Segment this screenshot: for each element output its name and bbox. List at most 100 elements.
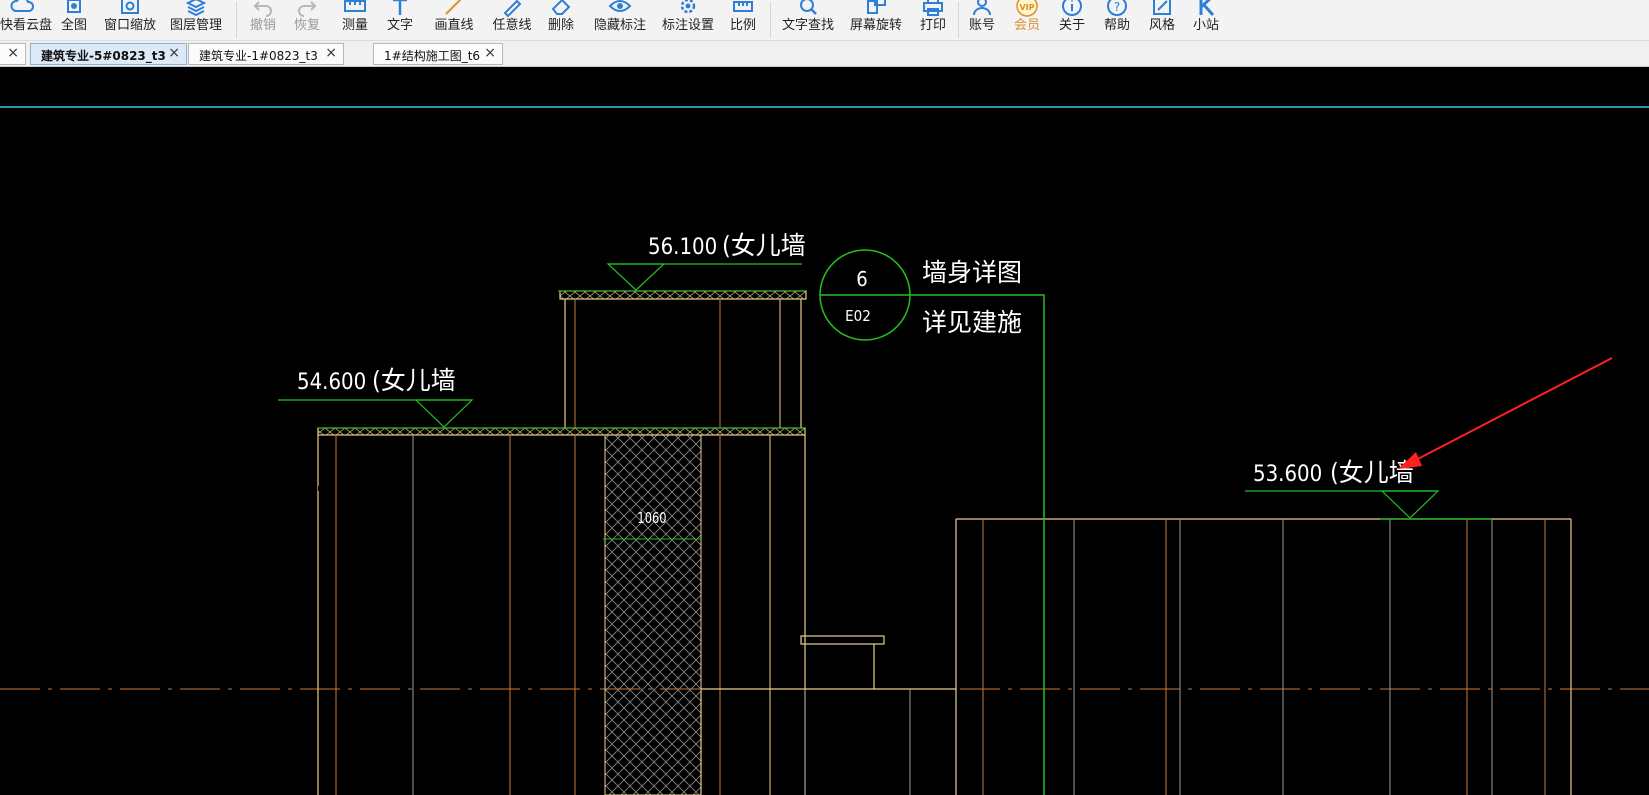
draw-line-label: 画直线 — [434, 18, 474, 33]
search-text-icon — [795, 0, 821, 19]
detail-number: 6 — [856, 267, 867, 291]
elevation-note-top: (女儿墙 — [722, 231, 806, 260]
elevation-marker-top: 56.100 (女儿墙 — [558, 231, 806, 292]
info-icon — [1059, 0, 1085, 19]
tab-architecture-5[interactable]: 建筑专业-5#0823_t3 × — [30, 43, 187, 65]
cloud-icon — [10, 0, 36, 19]
tab-previous-document[interactable]: × — [0, 43, 26, 65]
layer-manager-button[interactable]: 图层管理 — [168, 0, 224, 40]
elevation-marker-right: 53.600 (女儿墙 — [1245, 458, 1492, 520]
ruler-icon — [342, 0, 368, 19]
document-tab-bar: × 建筑专业-5#0823_t3 × 建筑专业-1#0823_t3 × 1#结构… — [0, 41, 1649, 67]
canopy-element — [700, 635, 956, 795]
vip-member-label: 会员 — [1013, 18, 1040, 33]
station-icon — [1193, 0, 1219, 19]
close-icon[interactable]: × — [325, 45, 337, 61]
annotation-settings-label: 标注设置 — [661, 18, 714, 33]
dimension-label: 1060 — [637, 510, 666, 527]
detail-note-1: 墙身详图 — [922, 258, 1022, 287]
station-label: 小站 — [1192, 18, 1219, 33]
zoom-window-label: 窗口缩放 — [103, 18, 156, 33]
layers-icon — [183, 0, 209, 19]
detail-leader-line — [910, 294, 1045, 795]
elevation-marker-left: 54.600 (女儿墙 — [278, 366, 806, 429]
style-button[interactable]: 风格 — [1147, 0, 1177, 40]
vip-badge-text: VIP — [1019, 3, 1034, 12]
drawing-canvas[interactable]: 1060 6 E02 墙身详图 详见建施 56.100 (女儿墙 54.600 … — [0, 67, 1649, 795]
eraser-icon — [548, 0, 574, 19]
detail-note-2: 详见建施 — [922, 308, 1022, 337]
close-icon[interactable]: × — [7, 45, 19, 61]
elevation-note-right: (女儿墙 — [1330, 458, 1414, 487]
scale-button[interactable]: 比例 — [728, 0, 758, 40]
hide-annotation-label: 隐藏标注 — [593, 18, 646, 33]
account-label: 账号 — [968, 18, 995, 33]
scale-label: 比例 — [729, 18, 756, 33]
line-icon — [441, 0, 467, 19]
svg-text:?: ? — [1114, 0, 1120, 14]
text-tool-button[interactable]: 文字 — [385, 0, 415, 40]
left-building-block: 1060 — [317, 427, 806, 795]
help-button[interactable]: ? 帮助 — [1102, 0, 1132, 40]
rotate-screen-label: 屏幕旋转 — [849, 18, 902, 33]
close-icon[interactable]: × — [484, 45, 496, 61]
tab-structure-1[interactable]: 1#结构施工图_t6 × — [373, 43, 503, 65]
elevation-value-right: 53.600 — [1253, 462, 1322, 487]
help-icon: ? — [1104, 0, 1130, 19]
measure-label: 测量 — [341, 18, 368, 33]
find-text-label: 文字查找 — [781, 18, 834, 33]
about-button[interactable]: 关于 — [1057, 0, 1087, 40]
elevation-value-left: 54.600 — [297, 370, 366, 395]
toolbar-divider — [236, 2, 237, 38]
vip-icon: VIP — [1014, 0, 1040, 19]
redo-icon — [294, 0, 320, 19]
user-icon — [969, 0, 995, 19]
cad-drawing[interactable]: 1060 6 E02 墙身详图 详见建施 56.100 (女儿墙 54.600 … — [0, 67, 1649, 795]
toolbar-divider — [958, 2, 959, 38]
undo-button[interactable]: 撤销 — [248, 0, 278, 40]
rotate-icon — [863, 0, 889, 19]
find-text-button[interactable]: 文字查找 — [780, 0, 836, 40]
full-view-label: 全图 — [60, 18, 87, 33]
freehand-icon — [499, 0, 525, 19]
zoom-window-button[interactable]: 窗口缩放 — [102, 0, 158, 40]
printer-icon — [920, 0, 946, 19]
hatched-wall-section — [604, 434, 702, 795]
tab-label: 建筑专业-1#0823_t3 — [199, 49, 318, 63]
freehand-line-button[interactable]: 任意线 — [490, 0, 534, 40]
annotation-settings-button[interactable]: 标注设置 — [660, 0, 716, 40]
station-button[interactable]: 小站 — [1191, 0, 1221, 40]
undo-icon — [250, 0, 276, 19]
cloud-drive-label: 快看云盘 — [0, 18, 53, 33]
elevation-value-top: 56.100 — [648, 235, 717, 260]
measure-button[interactable]: 测量 — [340, 0, 370, 40]
style-icon — [1149, 0, 1175, 19]
print-button[interactable]: 打印 — [918, 0, 948, 40]
print-label: 打印 — [919, 18, 946, 33]
rotate-screen-button[interactable]: 屏幕旋转 — [848, 0, 904, 40]
delete-label: 删除 — [547, 18, 574, 33]
red-annotation-arrow — [1398, 357, 1613, 469]
about-label: 关于 — [1058, 18, 1085, 33]
eye-icon — [607, 0, 633, 19]
main-toolbar: 快看云盘 全图 窗口缩放 图层管理 撤销 恢复 测量 文字 画直线 任意线 删除 — [0, 0, 1649, 41]
vip-member-button[interactable]: VIP 会员 — [1012, 0, 1042, 40]
right-building-block — [955, 518, 1572, 795]
hide-annotation-button[interactable]: 隐藏标注 — [592, 0, 648, 40]
detail-sheet: E02 — [845, 307, 871, 325]
undo-label: 撤销 — [249, 18, 276, 33]
redo-button[interactable]: 恢复 — [292, 0, 322, 40]
fullview-icon — [61, 0, 87, 19]
tab-architecture-1[interactable]: 建筑专业-1#0823_t3 × — [188, 43, 344, 65]
redo-label: 恢复 — [293, 18, 320, 33]
cloud-drive-button[interactable]: 快看云盘 — [0, 0, 53, 40]
full-view-button[interactable]: 全图 — [58, 0, 90, 40]
toolbar-divider — [770, 2, 771, 38]
delete-button[interactable]: 删除 — [546, 0, 576, 40]
account-button[interactable]: 账号 — [967, 0, 997, 40]
zoom-window-icon — [117, 0, 143, 19]
elevation-note-left: (女儿墙 — [372, 366, 456, 395]
close-icon[interactable]: × — [168, 45, 180, 61]
gear-icon — [675, 0, 701, 19]
draw-line-button[interactable]: 画直线 — [432, 0, 476, 40]
